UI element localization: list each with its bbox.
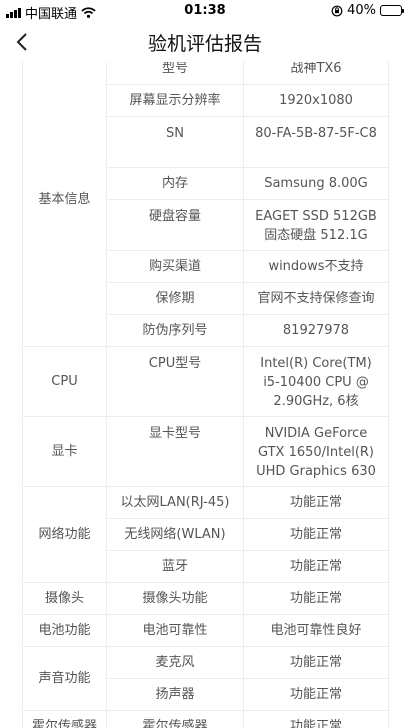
value-cell: 81927978 — [243, 314, 389, 347]
value-cell: NVIDIA GeForce GTX 1650/Intel(R) UHD Gra… — [243, 416, 389, 487]
table-row: 电池功能 电池可靠性 电池可靠性良好 — [22, 614, 389, 647]
table-row: CPU CPU型号 Intel(R) Core(TM) i5-10400 CPU… — [22, 346, 389, 417]
item-cell: 显卡型号 — [106, 416, 244, 487]
category-cell: 基本信息 — [22, 62, 107, 347]
item-cell: 霍尔传感器 — [106, 710, 244, 728]
item-cell: 电池可靠性 — [106, 614, 244, 647]
category-cell: 声音功能 — [22, 646, 107, 711]
item-cell: 硬盘容量 — [106, 199, 244, 251]
item-cell: 摄像头功能 — [106, 582, 244, 615]
category-cell: 电池功能 — [22, 614, 107, 647]
report-table: 基本信息 型号 战神TX6 屏幕显示分辨率 1920x1080 SN 80-FA… — [22, 62, 389, 728]
item-cell: 屏幕显示分辨率 — [106, 84, 244, 117]
table-row: 摄像头 摄像头功能 功能正常 — [22, 582, 389, 615]
value-cell: 功能正常 — [243, 582, 389, 615]
value-cell: 功能正常 — [243, 518, 389, 551]
item-cell: 防伪序列号 — [106, 314, 244, 347]
value-cell: 官网不支持保修查询 — [243, 282, 389, 315]
value-cell: 80-FA-5B-87-5F-C8 — [243, 116, 389, 168]
battery-percent: 40% — [347, 3, 376, 18]
value-cell: 功能正常 — [243, 486, 389, 519]
item-cell: SN — [106, 116, 244, 168]
item-cell: 保修期 — [106, 282, 244, 315]
item-cell: 蓝牙 — [106, 550, 244, 583]
value-cell: EAGET SSD 512GB 固态硬盘 512.1G — [243, 199, 389, 251]
value-cell: 1920x1080 — [243, 84, 389, 117]
category-cell: 霍尔传感器 — [22, 710, 107, 728]
value-cell: Intel(R) Core(TM) i5-10400 CPU @ 2.90GHz… — [243, 346, 389, 417]
category-cell: CPU — [22, 346, 107, 417]
report-content[interactable]: 基本信息 型号 战神TX6 屏幕显示分辨率 1920x1080 SN 80-FA… — [0, 62, 410, 728]
value-cell: 功能正常 — [243, 710, 389, 728]
orientation-lock-icon — [331, 5, 343, 16]
battery-icon — [380, 5, 404, 16]
category-cell: 摄像头 — [22, 582, 107, 615]
item-cell: 无线网络(WLAN) — [106, 518, 244, 551]
value-cell: windows不支持 — [243, 250, 389, 283]
status-bar: 中国联通 01:38 40% — [0, 0, 410, 22]
page-title: 验机评估报告 — [147, 33, 262, 55]
item-cell: 型号 — [106, 62, 244, 85]
item-cell: 以太网LAN(RJ-45) — [106, 486, 244, 519]
category-cell: 网络功能 — [22, 486, 107, 583]
table-row: 网络功能 以太网LAN(RJ-45) 功能正常 — [22, 486, 389, 583]
value-cell: 功能正常 — [243, 646, 389, 679]
item-cell: 扬声器 — [106, 678, 244, 711]
item-cell: 购买渠道 — [106, 250, 244, 283]
table-row: 声音功能 麦克风 功能正常 — [22, 646, 389, 711]
item-cell: CPU型号 — [106, 346, 244, 417]
value-cell: 功能正常 — [243, 678, 389, 711]
value-cell: Samsung 8.00G — [243, 167, 389, 200]
table-row: 显卡 显卡型号 NVIDIA GeForce GTX 1650/Intel(R)… — [22, 416, 389, 487]
item-cell: 内存 — [106, 167, 244, 200]
value-cell: 电池可靠性良好 — [243, 614, 389, 647]
table-row: 基本信息 型号 战神TX6 — [22, 62, 389, 347]
category-cell: 显卡 — [22, 416, 107, 487]
table-row: 霍尔传感器 霍尔传感器 功能正常 — [22, 710, 389, 728]
item-cell: 麦克风 — [106, 646, 244, 679]
value-cell: 战神TX6 — [243, 62, 389, 85]
nav-bar: 验机评估报告 — [0, 22, 410, 62]
value-cell: 功能正常 — [243, 550, 389, 583]
